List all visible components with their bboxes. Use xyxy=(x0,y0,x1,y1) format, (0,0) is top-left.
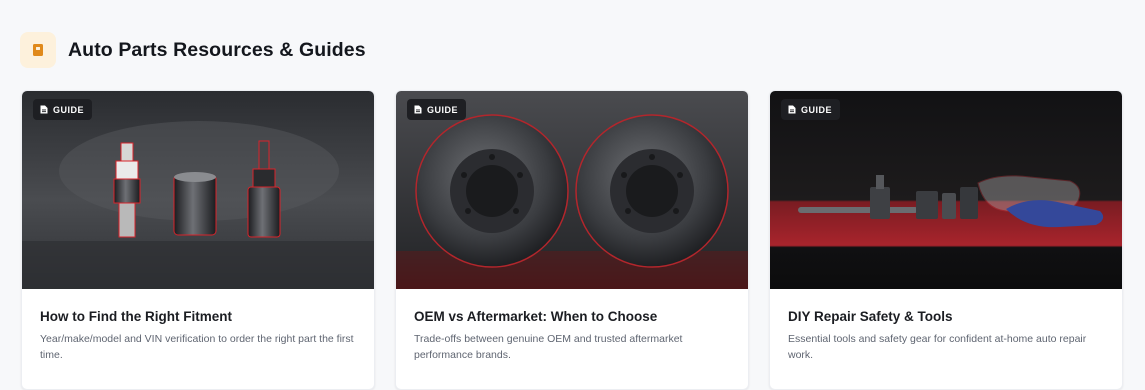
guide-card-list: GUIDE How to Find the Right Fitment Year… xyxy=(21,90,1123,390)
card-description: Essential tools and safety gear for conf… xyxy=(788,333,1087,361)
guide-badge: GUIDE xyxy=(781,99,841,120)
spark-plug-image: GUIDE xyxy=(22,91,374,289)
guide-badge: GUIDE xyxy=(407,99,467,120)
section-header: Auto Parts Resources & Guides xyxy=(20,31,366,69)
card-title[interactable]: OEM vs Aftermarket: When to Choose xyxy=(414,309,730,324)
guide-badge: GUIDE xyxy=(33,99,93,120)
document-icon xyxy=(40,105,48,114)
card-description: Year/make/model and VIN verification to … xyxy=(40,333,354,361)
card-title[interactable]: How to Find the Right Fitment xyxy=(40,309,356,324)
card-title[interactable]: DIY Repair Safety & Tools xyxy=(788,309,1104,324)
document-icon xyxy=(788,105,796,114)
section-title: Auto Parts Resources & Guides xyxy=(68,38,366,61)
brake-rotors-image: GUIDE xyxy=(396,91,748,289)
card-description: Trade-offs between genuine OEM and trust… xyxy=(414,333,683,361)
guide-card-oem-vs-aftermarket[interactable]: GUIDE OEM vs Aftermarket: When to Choose… xyxy=(395,90,749,390)
tools-image: GUIDE xyxy=(770,91,1122,289)
guide-card-diy-safety[interactable]: GUIDE DIY Repair Safety & Tools Essentia… xyxy=(769,90,1123,390)
guide-card-fitment[interactable]: GUIDE How to Find the Right Fitment Year… xyxy=(21,90,375,390)
book-icon xyxy=(20,32,56,68)
document-icon xyxy=(414,105,422,114)
